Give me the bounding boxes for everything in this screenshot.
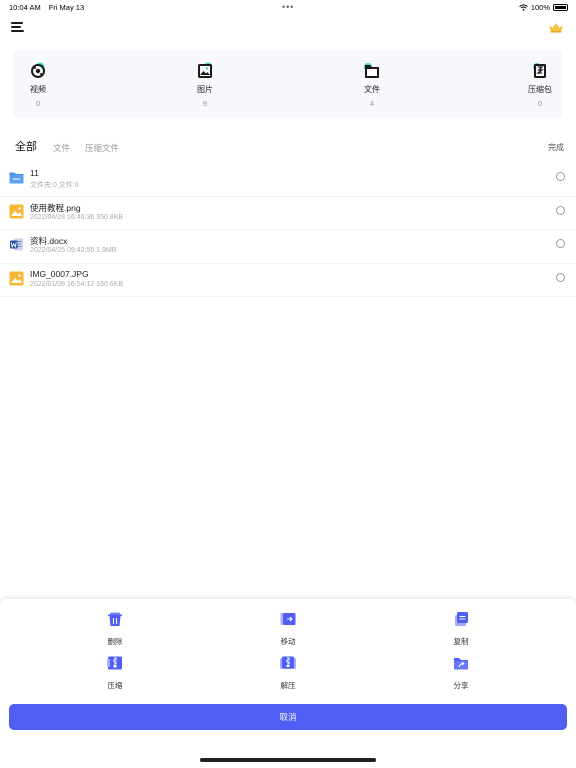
list-item[interactable]: 资料.docx 2022/04/25 09:42:55 1.9MB [0,230,576,264]
move-icon [280,613,296,625]
tab-files[interactable]: 文件 [53,142,70,154]
category-count: 9 [202,99,208,108]
select-radio[interactable] [556,272,565,282]
file-name: 使用教程.png [30,202,81,213]
copy-button[interactable]: 复制 [431,612,491,647]
select-radio[interactable] [556,239,565,248]
delete-button[interactable]: 删除 [85,612,145,647]
action-sheet: 删除 移动 复制 压缩 解压 分享 取消 [0,599,576,768]
category-count: 0 [35,99,41,108]
done-button[interactable]: 完成 [548,142,564,153]
compress-icon [107,656,122,670]
zip-icon [531,62,549,80]
file-meta: 2022/01/08 16:54:12 160.6KB [30,280,124,288]
category-card: 视频 0 图片 9 文件 4 压缩包 0 [13,50,562,117]
battery-icon [553,4,568,11]
cancel-button[interactable]: 取消 [9,704,567,730]
folder-icon [363,62,381,80]
category-files[interactable]: 文件 4 [352,62,392,108]
crown-icon[interactable] [548,21,564,33]
tab-archives[interactable]: 压缩文件 [85,142,119,154]
action-label: 压缩 [107,681,123,690]
share-button[interactable]: 分享 [431,656,491,691]
action-label: 复制 [453,637,469,646]
category-label: 文件 [364,85,380,94]
category-count: 4 [369,99,375,108]
battery-percent: 100% [530,3,550,12]
action-label: 删除 [107,637,123,646]
category-count: 0 [537,99,543,108]
category-image[interactable]: 图片 9 [185,62,225,108]
category-video[interactable]: 视频 0 [18,62,58,108]
file-name: 资料.docx [30,236,68,246]
wifi-icon [518,4,528,11]
status-date: Fri May 13 [48,3,85,12]
copy-icon [455,612,468,626]
status-time: 10:04 AM [9,3,41,12]
file-name: 11 [30,168,39,178]
file-meta: 文件夹:0 文件:0 [30,182,79,189]
list-item[interactable]: IMG_0007.JPG 2022/01/08 16:54:12 160.6KB [0,264,576,297]
action-label: 移动 [280,637,296,646]
category-label: 图片 [197,85,213,94]
filter-tabs: 全部 文件 压缩文件 [15,140,134,154]
multitasking-dots[interactable]: ••• [282,2,294,12]
share-icon [454,658,468,670]
list-item[interactable]: 使用教程.png 2022/04/28 16:46:36 350.8KB [0,197,576,230]
home-indicator[interactable] [200,758,376,762]
file-list: 11 文件夹:0 文件:0 使用教程.png 2022/04/28 16:46:… [0,163,576,297]
file-meta: 2022/04/28 16:46:36 350.8KB [30,213,124,221]
word-file-icon [10,238,23,251]
status-bar: 10:04 AM Fri May 13 ••• 100% [0,0,576,14]
category-label: 压缩包 [528,85,552,94]
trash-icon [108,612,122,626]
extract-button[interactable]: 解压 [258,656,318,691]
list-item[interactable]: 11 文件夹:0 文件:0 [0,163,576,197]
move-button[interactable]: 移动 [258,612,318,647]
image-icon [196,62,214,80]
menu-icon[interactable] [11,21,25,33]
select-radio[interactable] [556,172,565,181]
video-icon [29,62,47,80]
image-file-icon [9,204,24,218]
action-label: 解压 [280,681,296,690]
category-archive[interactable]: 压缩包 0 [520,62,560,108]
select-radio[interactable] [556,205,565,215]
folder-icon [9,172,24,184]
extract-icon [280,656,296,669]
file-name: IMG_0007.JPG [30,268,89,279]
tab-all[interactable]: 全部 [15,138,37,154]
compress-button[interactable]: 压缩 [85,656,145,691]
file-meta: 2022/04/25 09:42:55 1.9MB [30,247,117,254]
action-label: 分享 [453,681,469,690]
category-label: 视频 [30,85,46,94]
image-file-icon [9,271,24,285]
